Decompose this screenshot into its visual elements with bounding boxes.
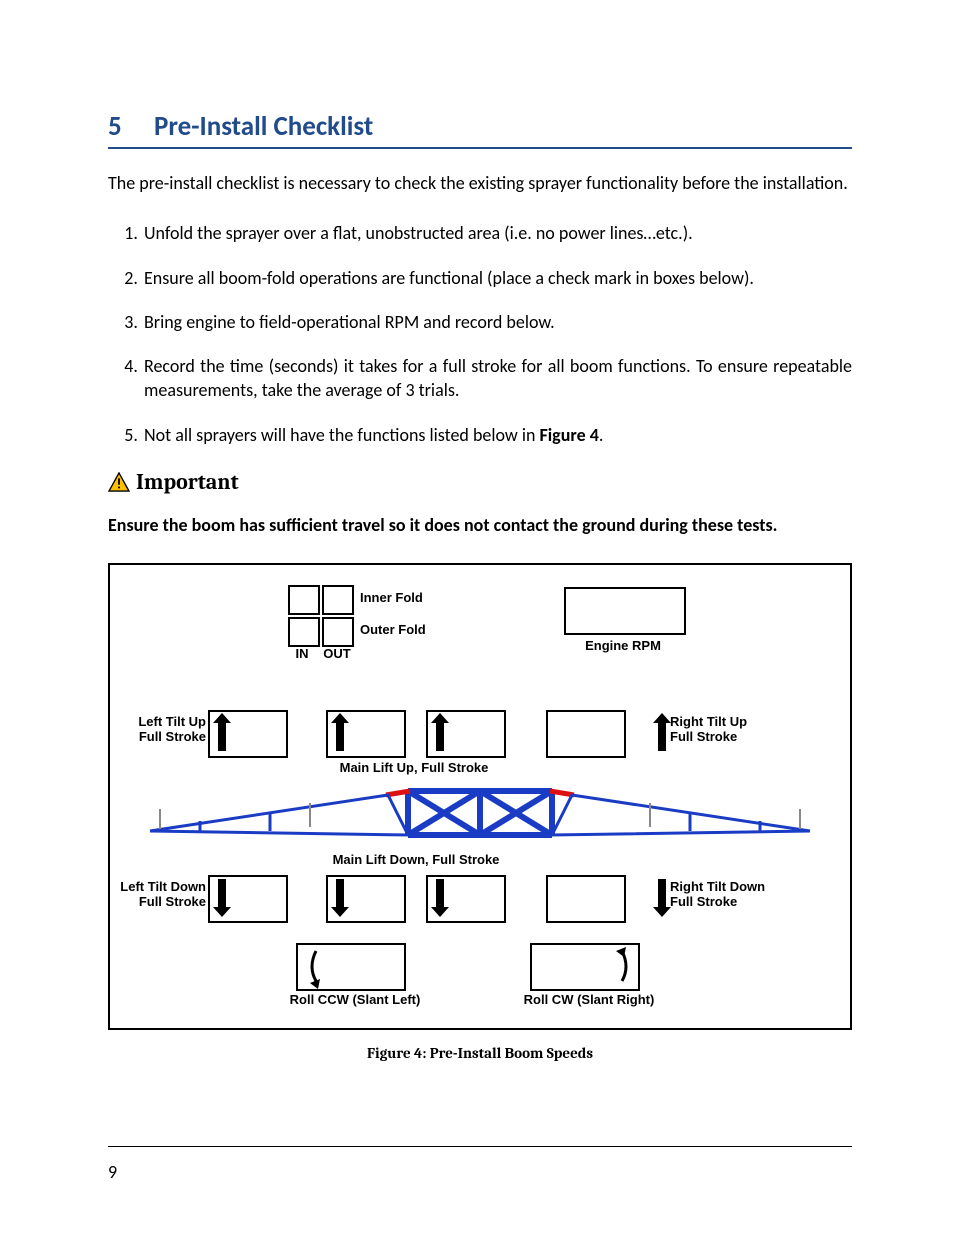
page: 5Pre-Install Checklist The pre-install c… (0, 0, 954, 1235)
section-title: Pre-Install Checklist (154, 110, 373, 143)
step-1: Unfold the sprayer over a flat, unobstru… (142, 221, 852, 245)
step-3: Bring engine to field-operational RPM an… (142, 310, 852, 334)
important-heading: Important (108, 469, 852, 495)
section-heading: 5Pre-Install Checklist (108, 110, 852, 149)
step-5: Not all sprayers will have the functions… (142, 423, 852, 447)
section-number: 5 (108, 110, 154, 143)
important-text: Ensure the boom has sufficient travel so… (108, 513, 852, 537)
arrows-layer (110, 565, 850, 1030)
step-4: Record the time (seconds) it takes for a… (142, 354, 852, 403)
page-number: 9 (108, 1161, 117, 1183)
intro-paragraph: The pre-install checklist is necessary t… (108, 171, 852, 195)
checklist: Unfold the sprayer over a flat, unobstru… (108, 221, 852, 447)
figure-frame: Inner Fold Outer Fold IN OUT Engine RPM … (108, 563, 852, 1030)
step-2: Ensure all boom-fold operations are func… (142, 266, 852, 290)
important-label: Important (136, 469, 239, 495)
warning-icon (108, 472, 130, 492)
footer-rule (108, 1146, 852, 1147)
figure-caption: Figure 4: Pre-Install Boom Speeds (108, 1044, 852, 1062)
